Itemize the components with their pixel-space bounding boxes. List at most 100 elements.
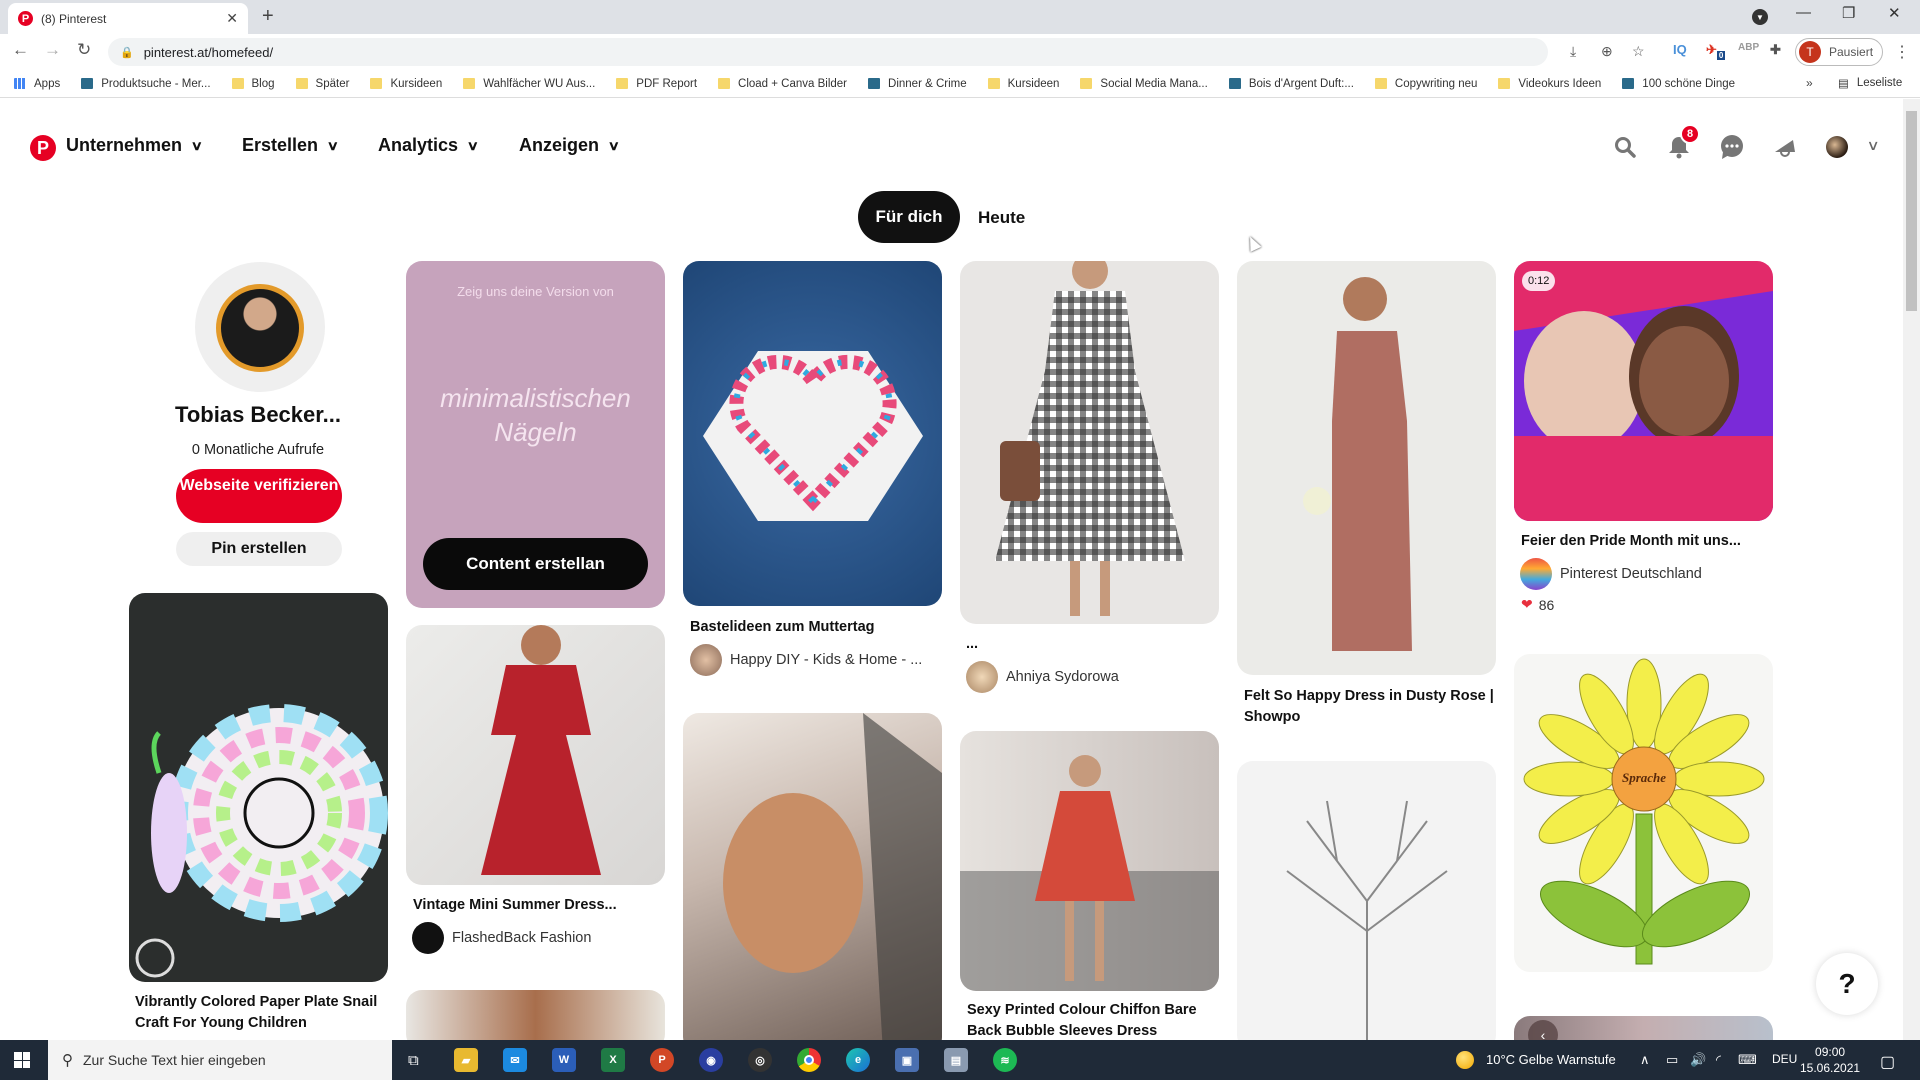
announcements-megaphone-icon[interactable] xyxy=(1770,132,1800,162)
camera-icon[interactable]: ▭ xyxy=(1666,1052,1678,1068)
bookmark-item[interactable]: Social Media Mana... xyxy=(1080,78,1208,90)
bookmark-item[interactable]: Produktsuche - Mer... xyxy=(81,78,211,90)
pin-image-language-flower[interactable]: Sprache xyxy=(1514,654,1773,972)
notification-center-icon[interactable]: ▢ xyxy=(1880,1052,1895,1072)
bookmark-item[interactable]: Bois d'Argent Duft:... xyxy=(1228,78,1354,90)
pin-author[interactable]: FlashedBack Fashion xyxy=(412,922,591,954)
pin-title[interactable]: ... xyxy=(966,634,1216,655)
windows-start-icon[interactable] xyxy=(14,1052,30,1068)
volume-icon[interactable]: 🔊 xyxy=(1690,1052,1706,1068)
browser-menu-icon[interactable]: ⋮ xyxy=(1894,42,1910,62)
close-window-icon[interactable]: ✕ xyxy=(1888,4,1901,22)
bookmark-item[interactable]: Videokurs Ideen xyxy=(1498,78,1601,90)
pin-author[interactable]: Ahniya Sydorowa xyxy=(966,661,1119,693)
pin-image-gingham-dress[interactable] xyxy=(960,261,1219,624)
task-view-icon[interactable]: ⧉ xyxy=(408,1052,419,1069)
bookmark-item[interactable]: Kursideen xyxy=(987,78,1059,90)
app-icon[interactable]: ▤ xyxy=(944,1048,968,1072)
bookmark-item[interactable]: Copywriting neu xyxy=(1374,78,1477,90)
menu-unternehmen[interactable]: Unternehmen ∨ xyxy=(66,135,203,156)
install-app-icon[interactable]: ⤓ xyxy=(1570,43,1576,60)
pin-author[interactable]: Happy DIY - Kids & Home - ... xyxy=(690,644,922,676)
close-tab-icon[interactable]: ✕ xyxy=(226,10,238,27)
network-icon[interactable]: ◜ xyxy=(1716,1052,1721,1068)
pin-title[interactable]: Vintage Mini Summer Dress... xyxy=(413,895,663,916)
spotify-icon[interactable]: ≋ xyxy=(993,1048,1017,1072)
powerpoint-icon[interactable]: P xyxy=(650,1048,674,1072)
profile-avatar-frame[interactable] xyxy=(195,262,325,392)
menu-erstellen[interactable]: Erstellen ∨ xyxy=(242,135,339,156)
bookmark-item[interactable]: Cload + Canva Bilder xyxy=(718,78,847,90)
pin-title[interactable]: Sexy Printed Colour Chiffon Bare Back Bu… xyxy=(967,1000,1217,1042)
pin-title[interactable]: Vibrantly Colored Paper Plate Snail Craf… xyxy=(135,992,385,1034)
scrollbar-thumb[interactable] xyxy=(1906,111,1917,311)
create-pin-button[interactable]: Pin erstellen xyxy=(176,532,342,566)
iq-extension-icon[interactable]: IQ xyxy=(1673,42,1687,57)
tab-heute[interactable]: Heute xyxy=(978,208,1025,228)
profile-button[interactable]: T Pausiert xyxy=(1795,38,1883,66)
excel-icon[interactable]: X xyxy=(601,1048,625,1072)
mail-icon[interactable]: ✉ xyxy=(503,1048,527,1072)
bookmark-item[interactable]: Später xyxy=(295,78,349,90)
menu-anzeigen[interactable]: Anzeigen ∨ xyxy=(519,135,620,156)
bookmark-item[interactable]: Apps xyxy=(14,78,60,90)
adblock-icon[interactable]: ABP xyxy=(1738,42,1759,53)
pin-image-car-hair[interactable] xyxy=(683,713,942,1053)
app-icon[interactable]: ▣ xyxy=(895,1048,919,1072)
pinterest-logo-icon[interactable]: P xyxy=(30,135,56,161)
minimize-icon[interactable]: — xyxy=(1796,4,1811,21)
edge-icon[interactable]: e xyxy=(846,1048,870,1072)
more-bookmarks-button[interactable]: » xyxy=(1806,76,1813,90)
bookmark-item[interactable]: Wahlfächer WU Aus... xyxy=(463,78,595,90)
new-tab-icon[interactable]: + xyxy=(262,5,274,28)
pin-image-rose-dress[interactable] xyxy=(1237,261,1496,675)
chrome-icon[interactable] xyxy=(797,1048,821,1072)
address-bar[interactable]: 🔒 pinterest.at/homefeed/ xyxy=(108,38,1548,66)
pin-image-heart-beads[interactable] xyxy=(683,261,942,606)
menu-analytics[interactable]: Analytics ∨ xyxy=(378,135,479,156)
tray-expand-icon[interactable]: ∧ xyxy=(1640,1052,1650,1068)
forward-icon[interactable]: → xyxy=(44,40,61,60)
zoom-icon[interactable]: ⊕ xyxy=(1601,43,1613,60)
keyboard-icon[interactable]: ⌨ xyxy=(1738,1052,1757,1068)
search-icon[interactable] xyxy=(1610,132,1640,162)
help-button[interactable]: ? xyxy=(1816,953,1878,1015)
restore-icon[interactable]: ❐ xyxy=(1842,4,1855,22)
pin-title[interactable]: Bastelideen zum Muttertag xyxy=(690,617,940,638)
create-content-button[interactable]: Content erstellan xyxy=(423,538,648,590)
account-menu-chevron-icon[interactable]: ∨ xyxy=(1866,137,1879,154)
language-indicator[interactable]: DEU xyxy=(1772,1052,1797,1066)
reading-list-button[interactable]: ▤ Leseliste xyxy=(1838,76,1902,90)
extension-bird-icon[interactable]: ✈ 0 xyxy=(1706,42,1726,60)
messages-icon[interactable] xyxy=(1717,132,1747,162)
file-explorer-icon[interactable]: ▰ xyxy=(454,1048,478,1072)
obs-icon[interactable]: ◎ xyxy=(748,1048,772,1072)
pin-title[interactable]: Felt So Happy Dress in Dusty Rose | Show… xyxy=(1244,686,1494,728)
extensions-puzzle-icon[interactable]: ✚ xyxy=(1770,42,1781,58)
bookmark-item[interactable]: 100 schöne Dinge xyxy=(1622,78,1735,90)
browser-tab[interactable]: P (8) Pinterest ✕ xyxy=(8,3,248,34)
profile-name[interactable]: Tobias Becker... xyxy=(128,402,388,428)
pin-image-snail-craft[interactable] xyxy=(129,593,388,982)
bookmark-item[interactable]: Blog xyxy=(231,78,275,90)
bookmark-item[interactable]: Kursideen xyxy=(370,78,442,90)
pin-image-floral-dress[interactable] xyxy=(960,731,1219,991)
back-icon[interactable]: ← xyxy=(12,40,29,60)
word-icon[interactable]: W xyxy=(552,1048,576,1072)
verify-website-button[interactable]: Webseite verifizieren xyxy=(176,469,342,523)
weather-text[interactable]: 10°C Gelbe Warnstufe xyxy=(1486,1052,1616,1067)
app-icon[interactable]: ◉ xyxy=(699,1048,723,1072)
pin-image-tree-drawing[interactable] xyxy=(1237,761,1496,1051)
account-avatar[interactable] xyxy=(1826,136,1848,158)
page-scrollbar[interactable] xyxy=(1903,99,1920,1040)
tab-fuer-dich[interactable]: Für dich xyxy=(858,191,960,243)
bookmark-item[interactable]: Dinner & Crime xyxy=(868,78,967,90)
clock[interactable]: 09:00 15.06.2021 xyxy=(1800,1044,1860,1076)
pin-author[interactable]: Pinterest Deutschland xyxy=(1520,558,1702,590)
taskbar-search-input[interactable]: ⚲ Zur Suche Text hier eingeben xyxy=(48,1040,392,1080)
tab-search-icon[interactable]: ▼ xyxy=(1752,9,1768,25)
reload-icon[interactable]: ↻ xyxy=(77,40,91,60)
bookmark-star-icon[interactable]: ☆ xyxy=(1632,43,1645,60)
pin-title[interactable]: Feier den Pride Month mit uns... xyxy=(1521,531,1771,552)
pin-image-pride-video[interactable]: 0:12 xyxy=(1514,261,1773,521)
